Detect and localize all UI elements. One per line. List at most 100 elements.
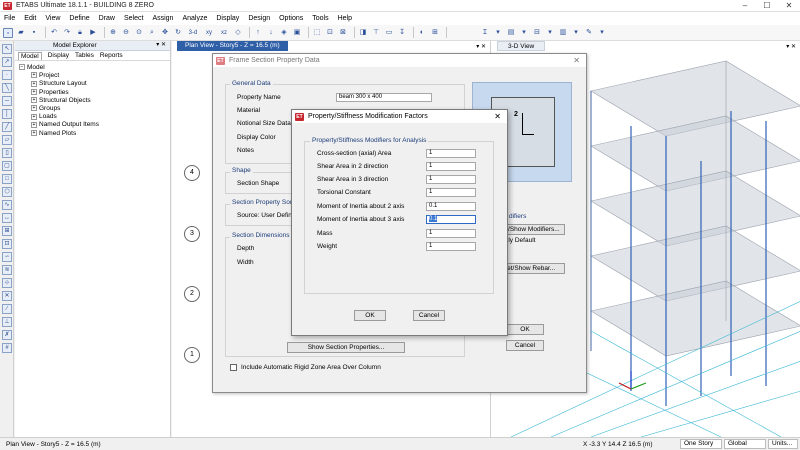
tab-tables[interactable]: Tables bbox=[75, 52, 94, 59]
3d-pin-close-icon[interactable]: ▾ ✕ bbox=[786, 43, 796, 50]
redo-icon[interactable]: ↷ bbox=[62, 28, 72, 38]
zoom-in-icon[interactable]: ⊕ bbox=[108, 28, 118, 38]
view-3d-button[interactable]: 3-d bbox=[186, 28, 200, 38]
section-icon[interactable]: ▭ bbox=[384, 28, 394, 38]
modifiers-ok-button[interactable]: OK bbox=[354, 310, 386, 321]
zoom-out-icon[interactable]: ⊖ bbox=[121, 28, 131, 38]
dropdown-1-icon[interactable]: ▾ bbox=[493, 28, 503, 38]
zoom-window-icon[interactable]: ⌕ bbox=[147, 28, 157, 38]
draw-spring-icon[interactable]: ≋ bbox=[2, 265, 12, 275]
menu-define[interactable]: Define bbox=[69, 15, 89, 22]
shadow-icon[interactable]: ◐ bbox=[417, 28, 427, 38]
dropdown-5-icon[interactable]: ▾ bbox=[597, 28, 607, 38]
pin-close-icon[interactable]: ▾ ✕ bbox=[156, 41, 166, 48]
perspective-icon[interactable]: ◇ bbox=[233, 28, 243, 38]
down-arrow-icon[interactable]: ↓ bbox=[266, 28, 276, 38]
draw-poly-icon[interactable]: ⬡ bbox=[2, 187, 12, 197]
menu-options[interactable]: Options bbox=[279, 15, 303, 22]
draw-brace-icon[interactable]: ╱ bbox=[2, 122, 12, 132]
new-icon[interactable]: ▫ bbox=[3, 27, 13, 38]
line-style-icon[interactable]: ⊟ bbox=[532, 28, 542, 38]
menu-file[interactable]: File bbox=[4, 15, 15, 22]
tree-item-project[interactable]: + Project bbox=[19, 72, 166, 80]
modifier-field-inertia-3[interactable]: 0.1 bbox=[426, 215, 476, 224]
frame-cancel-button[interactable]: Cancel bbox=[506, 340, 544, 351]
draw-link-icon[interactable]: ∽ bbox=[2, 252, 12, 262]
modifier-field-weight[interactable]: 1 bbox=[426, 242, 476, 251]
draw-wall-icon[interactable]: ▯ bbox=[2, 148, 12, 158]
tree-item-loads[interactable]: + Loads bbox=[19, 113, 166, 121]
pan-icon[interactable]: ✥ bbox=[160, 28, 170, 38]
snap-icon[interactable]: ⊹ bbox=[2, 278, 12, 288]
plan-view-tab[interactable]: Plan View - Story5 - Z = 16.5 (m) bbox=[177, 41, 288, 51]
snap-mid-icon[interactable]: ✕ bbox=[2, 291, 12, 301]
run-icon[interactable]: ▶ bbox=[88, 28, 98, 38]
modifier-field-mass[interactable]: 1 bbox=[426, 229, 476, 238]
menu-assign[interactable]: Assign bbox=[152, 15, 173, 22]
select-prev-icon[interactable]: ⊡ bbox=[325, 28, 335, 38]
rotate-icon[interactable]: ↻ bbox=[173, 28, 183, 38]
coord-system-select[interactable]: Global bbox=[724, 439, 766, 449]
pointer-icon[interactable]: ↖ bbox=[2, 44, 12, 54]
snap-end-icon[interactable]: ∕ bbox=[2, 304, 12, 314]
zoom-fit-icon[interactable]: ⊙ bbox=[134, 28, 144, 38]
snap-perp-icon[interactable]: ⊥ bbox=[2, 317, 12, 327]
draw-tendon-icon[interactable]: ∿ bbox=[2, 200, 12, 210]
select-all-icon[interactable]: ⬚ bbox=[312, 28, 322, 38]
display-options-icon[interactable]: ▣ bbox=[292, 28, 302, 38]
draw-frame-icon[interactable]: ╲ bbox=[2, 83, 12, 93]
tree-item-groups[interactable]: + Groups bbox=[19, 105, 166, 113]
snap-intersect-icon[interactable]: ✗ bbox=[2, 330, 12, 340]
menu-select[interactable]: Select bbox=[124, 15, 143, 22]
undo-icon[interactable]: ↶ bbox=[49, 28, 59, 38]
load-icon[interactable]: ↧ bbox=[397, 28, 407, 38]
dropdown-2-icon[interactable]: ▾ bbox=[519, 28, 529, 38]
draw-column-icon[interactable]: │ bbox=[2, 109, 12, 119]
up-arrow-icon[interactable]: ↑ bbox=[253, 28, 263, 38]
close-icon[interactable]: ✕ bbox=[494, 112, 501, 121]
menu-draw[interactable]: Draw bbox=[99, 15, 115, 22]
menu-display[interactable]: Display bbox=[216, 15, 239, 22]
tab-model[interactable]: Model bbox=[18, 51, 42, 60]
text-cursor-icon[interactable]: Ɪ bbox=[480, 28, 490, 38]
draw-opening-icon[interactable]: ▢ bbox=[2, 161, 12, 171]
menu-edit[interactable]: Edit bbox=[24, 15, 36, 22]
view-elev-button[interactable]: xz bbox=[218, 28, 230, 38]
close-icon[interactable]: ✕ bbox=[778, 0, 800, 12]
tree-item-named-plots[interactable]: + Named Plots bbox=[19, 130, 166, 138]
units-button[interactable]: Units... bbox=[768, 439, 798, 449]
modifiers-cancel-button[interactable]: Cancel bbox=[413, 310, 445, 321]
frame-ok-button[interactable]: OK bbox=[506, 324, 544, 335]
dropdown-3-icon[interactable]: ▾ bbox=[545, 28, 555, 38]
modifier-field-axial-area[interactable]: 1 bbox=[426, 149, 476, 158]
show-section-properties-button[interactable]: Show Section Properties... bbox=[287, 342, 405, 353]
view-plan-button[interactable]: xy bbox=[203, 28, 215, 38]
close-icon[interactable]: ✕ bbox=[573, 56, 580, 65]
reshape-icon[interactable]: ↗ bbox=[2, 57, 12, 67]
restraint-icon[interactable]: ⊤ bbox=[371, 28, 381, 38]
tree-item-model[interactable]: − Model bbox=[19, 64, 166, 72]
frame-style-icon[interactable]: ▤ bbox=[506, 28, 516, 38]
draw-floor-icon[interactable]: ▱ bbox=[2, 135, 12, 145]
menu-help[interactable]: Help bbox=[338, 15, 352, 22]
area-style-icon[interactable]: ▥ bbox=[558, 28, 568, 38]
assign-icon[interactable]: ◨ bbox=[358, 28, 368, 38]
menu-analyze[interactable]: Analyze bbox=[182, 15, 207, 22]
draw-beam-icon[interactable]: ─ bbox=[2, 96, 12, 106]
menu-tools[interactable]: Tools bbox=[312, 15, 328, 22]
save-icon[interactable]: ▪ bbox=[29, 28, 39, 38]
tree-item-named-output[interactable]: + Named Output Items bbox=[19, 121, 166, 129]
pen-icon[interactable]: ✎ bbox=[584, 28, 594, 38]
open-icon[interactable]: ▰ bbox=[16, 28, 26, 38]
tree-item-properties[interactable]: + Properties bbox=[19, 89, 166, 97]
dropdown-4-icon[interactable]: ▾ bbox=[571, 28, 581, 38]
menu-view[interactable]: View bbox=[45, 15, 60, 22]
draw-joint-icon[interactable]: · bbox=[2, 70, 12, 80]
3d-view-tab[interactable]: 3-D View bbox=[497, 41, 546, 51]
lock-icon[interactable]: 🔒︎ bbox=[75, 28, 85, 38]
modifier-field-torsion[interactable]: 1 bbox=[426, 188, 476, 197]
snap-grid-icon[interactable]: # bbox=[2, 343, 12, 353]
grid-icon[interactable]: ⊞ bbox=[430, 28, 440, 38]
plan-pin-close-icon[interactable]: ▾ ✕ bbox=[476, 43, 486, 50]
menu-design[interactable]: Design bbox=[248, 15, 270, 22]
